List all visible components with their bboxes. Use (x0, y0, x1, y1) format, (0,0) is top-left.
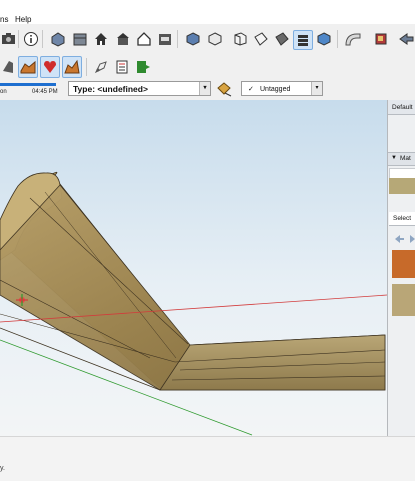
status-text: y. (0, 465, 5, 472)
export-icon[interactable] (372, 30, 390, 48)
camera-icon[interactable] (0, 30, 18, 48)
info-icon[interactable] (22, 30, 40, 48)
shadow-time-end: 04:45 PM (32, 89, 58, 95)
tray-title: Default (392, 104, 413, 111)
iso-view-icon[interactable] (184, 30, 202, 48)
materials-header-label: Mat (400, 155, 411, 162)
top-view-icon[interactable] (206, 30, 224, 48)
shadow-time-slider[interactable] (0, 83, 56, 86)
roof-icon[interactable] (114, 30, 132, 48)
shaded-icon[interactable] (0, 58, 18, 76)
shadow-toggle-icon[interactable] (134, 58, 152, 76)
paint-bucket-icon[interactable] (215, 80, 233, 98)
component-icon[interactable] (49, 30, 67, 48)
house-icon[interactable] (92, 30, 110, 48)
material-swatch-oak[interactable] (392, 284, 415, 316)
tag-value: Untagged (260, 86, 291, 93)
toolbar-separator (86, 58, 87, 76)
shadow-time-start: on (0, 89, 7, 95)
materials-panel-header[interactable]: ▼ Mat (388, 152, 415, 166)
type-dropdown-arrow[interactable]: ▾ (199, 82, 210, 95)
tag-dropdown-arrow[interactable]: ▾ (311, 82, 322, 95)
right-view-icon[interactable] (252, 30, 270, 48)
back-view-icon[interactable] (273, 30, 291, 48)
type-label: Type: <undefined> (73, 84, 148, 94)
tag-check-icon: ✓ (248, 86, 254, 93)
toolbar-separator (42, 30, 43, 48)
select-tab-label: Select (393, 215, 412, 222)
dimension-icon[interactable] (113, 58, 131, 76)
shadow-settings-strip: on 04:45 PM (0, 80, 66, 100)
tag-dropdown[interactable]: ✓ Untagged ▾ (241, 81, 323, 96)
sandbox-icon[interactable] (18, 56, 38, 78)
store-icon[interactable] (156, 30, 174, 48)
menu-extensions[interactable]: ns (0, 15, 8, 24)
select-tab[interactable]: Select (389, 212, 415, 226)
secondary-toolbar (0, 54, 415, 80)
default-tray: Default ▼ Mat Select (387, 100, 415, 436)
main-toolbar (0, 24, 415, 55)
tray-header: Default (388, 100, 415, 115)
model-viewport[interactable] (0, 100, 387, 436)
xray-icon[interactable] (315, 30, 333, 48)
collapse-triangle-icon: ▼ (391, 155, 397, 161)
material-swatch-cherry[interactable] (392, 250, 415, 278)
back-arrow-icon[interactable] (394, 234, 404, 246)
left-view-icon[interactable] (293, 30, 313, 50)
ruby-icon[interactable] (92, 58, 110, 76)
match-photo-icon[interactable] (62, 56, 82, 78)
material-preview-wood (389, 178, 415, 194)
toolbar-separator (177, 30, 178, 48)
forward-arrow-icon[interactable] (410, 234, 415, 246)
extension-icon[interactable] (397, 30, 415, 48)
toolbar-separator (18, 30, 19, 48)
section-icon[interactable] (344, 30, 362, 48)
box-icon[interactable] (71, 30, 89, 48)
fog-icon[interactable] (40, 56, 60, 78)
outline-house-icon[interactable] (135, 30, 153, 48)
status-bar (0, 436, 415, 481)
front-view-icon[interactable] (231, 30, 249, 48)
toolbar-separator (337, 30, 338, 48)
menu-bar: ns Help (0, 0, 415, 24)
menu-help[interactable]: Help (15, 15, 31, 24)
type-dropdown[interactable]: Type: <undefined> ▾ (68, 81, 211, 96)
